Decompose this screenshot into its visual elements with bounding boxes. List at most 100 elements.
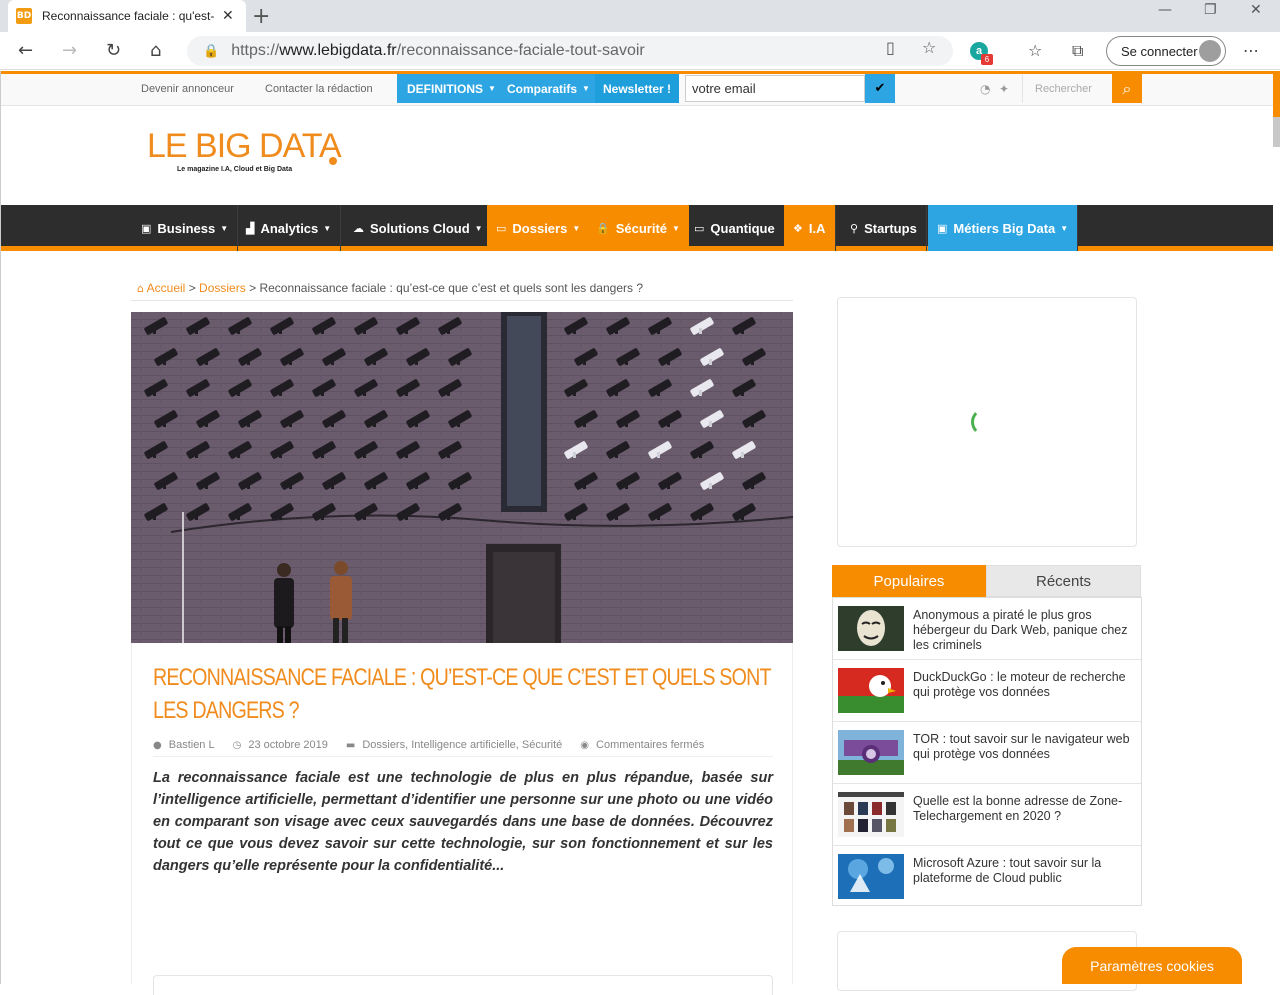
main-navigation: ▣ Business ▼ ▟ Analytics ▼ ☁ Solutions Cloud ▼… <box>1 205 1273 251</box>
cookie-settings-button[interactable]: Paramètres cookies <box>1062 947 1242 984</box>
site-logo[interactable]: LE BIG DATA Le magazine I.A, Cloud et Bi… <box>147 129 347 179</box>
favorites-list-icon[interactable]: ☆ <box>1028 41 1042 60</box>
tab-populaires[interactable]: Populaires <box>832 565 986 597</box>
advertise-link[interactable]: Devenir annonceur <box>141 83 234 95</box>
logo-dot <box>329 157 337 165</box>
post-title: Microsoft Azure : tout savoir sur la pla… <box>913 856 1102 885</box>
azure-thumbnail <box>838 854 904 899</box>
scrollbar-thumb[interactable] <box>1273 117 1280 147</box>
nav-solutions-cloud[interactable]: ☁ Solutions Cloud ▼ <box>344 205 493 251</box>
web-page: Devenir annonceur Contacter la rédaction… <box>0 71 1280 995</box>
briefcase-icon: ▣ <box>937 221 948 235</box>
newsletter-email-input[interactable]: votre email <box>685 75 865 102</box>
site-favicon-icon: BD <box>16 8 32 24</box>
comparatifs-label: Comparatifs <box>507 81 578 96</box>
reload-icon[interactable]: ↻ <box>106 40 121 61</box>
surveillance-cameras-photo <box>131 312 793 643</box>
popular-posts-list: Anonymous a piraté le plus gros hébergeu… <box>832 597 1142 906</box>
new-tab-icon[interactable]: + <box>252 4 270 29</box>
back-icon[interactable]: ← <box>18 40 33 61</box>
nav-startups[interactable]: ⚲ Startups <box>841 205 927 251</box>
nav-quantique[interactable]: ▭ Quantique <box>685 205 785 251</box>
read-aloud-icon[interactable]: ▯ <box>886 38 895 57</box>
browser-tabbar: BD Reconnaissance faciale : qu'est-c ✕ +… <box>0 0 1280 32</box>
category-link[interactable]: Intelligence artificielle <box>411 739 516 751</box>
sign-in-button[interactable]: Se connecter <box>1106 36 1226 66</box>
duckduckgo-thumbnail <box>838 668 904 713</box>
author-link[interactable]: Bastien L <box>169 739 215 751</box>
breadcrumb-separator: > <box>249 281 257 295</box>
tor-onion-thumbnail <box>838 730 904 775</box>
nav-metiers-big-data[interactable]: ▣ Métiers Big Data ▼ <box>928 205 1079 251</box>
anonymous-mask-thumbnail <box>838 606 904 651</box>
twitter-icon[interactable]: ✦ <box>999 82 1009 96</box>
nav-label: I.A <box>808 220 826 236</box>
home-icon[interactable]: ⌂ <box>150 40 161 61</box>
lock-icon: 🔒 <box>596 221 610 235</box>
list-item[interactable]: TOR : tout savoir sur le navigateur web … <box>833 722 1141 784</box>
briefcase-icon: ▣ <box>141 221 152 235</box>
nav-securite[interactable]: 🔒 Sécurité ▼ <box>587 205 689 251</box>
minimize-icon[interactable]: — <box>1158 2 1172 18</box>
forward-icon[interactable]: → <box>62 40 77 61</box>
home-icon[interactable]: ⌂ <box>137 282 144 295</box>
definitions-menu[interactable]: DEFINITIONS ▼ <box>397 74 497 103</box>
chevron-down-icon: ▼ <box>1060 223 1069 233</box>
chevron-down-icon: ▼ <box>572 223 581 233</box>
nav-label: Sécurité <box>615 220 668 236</box>
list-item[interactable]: Quelle est la bonne adresse de Zone-Tele… <box>833 784 1141 846</box>
extension-badge: 6 <box>981 54 993 65</box>
more-menu-icon[interactable]: ⋯ <box>1243 41 1259 60</box>
chevron-down-icon: ▼ <box>474 223 483 233</box>
category-link[interactable]: Dossiers <box>362 739 405 751</box>
laptop-icon: ▭ <box>694 221 705 235</box>
breadcrumb-separator: > <box>188 281 196 295</box>
restore-icon[interactable]: ❐ <box>1204 2 1217 18</box>
collections-icon[interactable]: ⧉ <box>1072 41 1083 61</box>
browser-tab[interactable]: BD Reconnaissance faciale : qu'est-c ✕ <box>8 0 246 32</box>
list-item[interactable]: Microsoft Azure : tout savoir sur la pla… <box>833 846 1141 908</box>
sign-in-label: Se connecter <box>1121 43 1198 59</box>
post-date: 23 octobre 2019 <box>248 739 328 751</box>
scrollbar-accent <box>1273 71 1280 117</box>
nav-analytics[interactable]: ▟ Analytics ▼ <box>237 205 342 251</box>
search-icon[interactable]: ⌕ <box>1112 74 1142 103</box>
nav-label: Dossiers <box>512 220 568 236</box>
breadcrumb-home[interactable]: Accueil <box>147 281 186 295</box>
avatar <box>1199 40 1221 62</box>
close-window-icon[interactable]: ✕ <box>1250 2 1262 18</box>
newsletter-label: Newsletter ! <box>595 74 680 103</box>
breadcrumb-current: Reconnaissance faciale : qu’est-ce que c… <box>259 281 643 295</box>
url-field[interactable]: 🔒 https://www.lebigdata.fr/reconnaissanc… <box>187 36 953 66</box>
list-item[interactable]: Anonymous a piraté le plus gros hébergeu… <box>833 598 1141 660</box>
post-title: Anonymous a piraté le plus gros hébergeu… <box>913 608 1128 652</box>
rss-icon[interactable]: ◔ <box>980 82 990 96</box>
list-item[interactable]: DuckDuckGo : le moteur de recherche qui … <box>833 660 1141 722</box>
logo-text: LE BIG DATA <box>147 127 342 165</box>
lock-icon: 🔒 <box>203 43 220 59</box>
nav-label: Business <box>157 220 216 236</box>
ad-container <box>153 975 773 995</box>
marker-icon: ⚲ <box>850 221 859 235</box>
divider <box>131 300 793 301</box>
loading-spinner-icon <box>971 408 999 436</box>
post-title: DuckDuckGo : le moteur de recherche qui … <box>913 670 1126 699</box>
tab-recents[interactable]: Récents <box>986 565 1141 597</box>
folder-icon: ▭ <box>496 221 507 235</box>
search-input[interactable]: Rechercher <box>1022 74 1112 103</box>
nav-label: Solutions Cloud <box>370 220 470 236</box>
comparatifs-menu[interactable]: Comparatifs ▼ <box>497 74 595 103</box>
chevron-down-icon: ▼ <box>220 223 229 233</box>
category-link[interactable]: Sécurité <box>522 739 562 751</box>
close-tab-icon[interactable]: ✕ <box>222 8 234 24</box>
nav-dossiers[interactable]: ▭ Dossiers ▼ <box>487 205 591 251</box>
contact-link[interactable]: Contacter la rédaction <box>265 83 373 95</box>
newsletter-submit-button[interactable]: ✔ <box>865 74 895 103</box>
nav-business[interactable]: ▣ Business ▼ <box>132 205 239 251</box>
nav-ia[interactable]: ❖ I.A <box>784 205 836 251</box>
breadcrumb: ⌂ Accueil > Dossiers > Reconnaissance fa… <box>137 281 643 295</box>
address-bar: ← → ↻ ⌂ 🔒 https://www.lebigdata.fr/recon… <box>0 32 1280 70</box>
favorite-star-icon[interactable]: ☆ <box>922 38 936 57</box>
breadcrumb-section[interactable]: Dossiers <box>199 281 246 295</box>
article-title[interactable]: Reconnaissance faciale : qu’est-ce que c… <box>153 661 773 727</box>
